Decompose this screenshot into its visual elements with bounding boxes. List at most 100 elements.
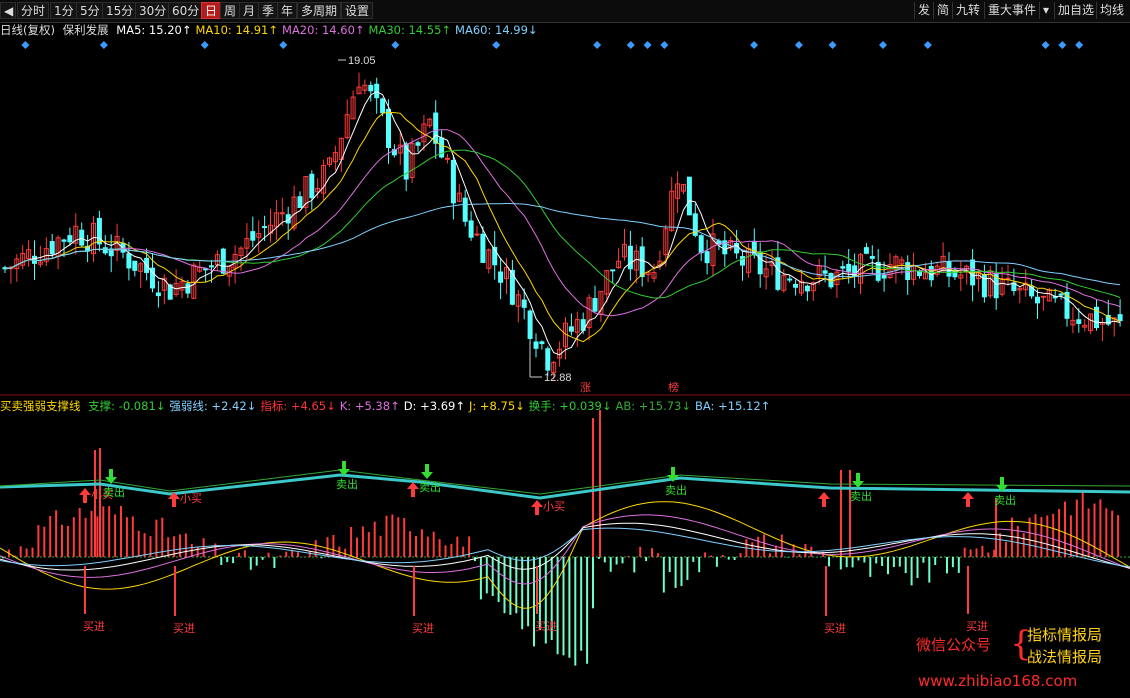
signal-diamond-icon (492, 41, 501, 49)
tag-zhang: 涨 (580, 381, 591, 394)
entry-label: 买进 (83, 620, 105, 633)
signal-diamond-icon (99, 41, 108, 49)
buy-arrow-icon (407, 482, 419, 497)
candle-body (840, 266, 846, 269)
entry-label: 买进 (966, 620, 988, 633)
sell-label: 卖出 (850, 489, 872, 503)
candle-body (309, 173, 315, 199)
signal-diamond-icon (1041, 41, 1050, 49)
signal-diamond-icon (660, 41, 669, 49)
candle-body (380, 98, 386, 114)
signal-diamond-icon (200, 41, 209, 49)
candle-body (474, 233, 480, 236)
watermark-names: 指标情报局 战法情报局 (1027, 624, 1102, 668)
candle-body (905, 262, 911, 281)
watermark-name-2: 战法情报局 (1027, 648, 1103, 666)
candle-body (279, 212, 285, 215)
signal-diamond-icon (750, 41, 759, 49)
candle-body (468, 220, 474, 238)
candle-body (262, 226, 268, 229)
candle-body (1035, 296, 1040, 304)
candle-body (102, 247, 108, 254)
candle-body (433, 112, 439, 144)
signal-diamond-icon (643, 41, 652, 49)
signal-diamond-icon (1075, 41, 1084, 49)
candle-body (1117, 314, 1123, 322)
candle-body (527, 310, 533, 339)
candle-body (533, 341, 539, 349)
candle-body (698, 235, 704, 254)
candle-body (1005, 277, 1011, 280)
candle-body (740, 256, 745, 266)
candle-body (132, 260, 138, 271)
candle-body (185, 283, 191, 294)
kline-chart[interactable]: 19.0512.88涨 榜小买 小买小买卖出卖出 卖出 卖出 卖出 卖出买进 买进 买进 买进 买进… (0, 0, 1130, 698)
candle-body (155, 292, 161, 297)
watermark-wechat: 微信公众号 (916, 636, 992, 654)
candle-body (521, 299, 527, 308)
buy-arrow-icon (79, 488, 91, 503)
candle-body (297, 196, 303, 209)
candle-body (627, 245, 633, 270)
candle-body (386, 108, 391, 149)
candle-body (1076, 319, 1082, 324)
sell-label: 卖出 (336, 477, 358, 491)
candle-body (374, 83, 380, 99)
small-buy-label: 小买 (180, 492, 202, 505)
candle-body (415, 142, 421, 146)
candle-body (209, 265, 214, 268)
sell-label: 卖出 (103, 485, 125, 499)
signal-diamond-icon (626, 41, 635, 49)
candle-body (445, 157, 450, 160)
candle-body (863, 247, 869, 254)
candle-body (639, 246, 645, 278)
buy-arrow-icon (531, 500, 543, 515)
candle-body (568, 326, 574, 332)
sell-arrow-icon (852, 473, 864, 488)
candle-body (869, 256, 875, 259)
candle-body (686, 176, 692, 216)
candle-body (462, 197, 468, 222)
high-price-label: 19.05 (348, 55, 376, 67)
signal-diamond-icon (878, 41, 887, 49)
candle-body (822, 270, 828, 274)
candle-body (126, 253, 132, 269)
candle-body (787, 278, 793, 281)
candle-body (368, 84, 374, 92)
candle-body (79, 229, 85, 246)
sell-label: 卖出 (665, 483, 687, 497)
entry-label: 买进 (412, 622, 434, 635)
signal-diamond-icon (21, 41, 30, 49)
small-buy-label: 小买 (543, 500, 565, 513)
k-line (0, 514, 1130, 585)
candle-body (545, 348, 551, 371)
buy-arrow-icon (962, 492, 974, 507)
sell-label: 卖出 (419, 480, 441, 494)
signal-diamond-icon (279, 41, 288, 49)
entry-label: 买进 (535, 620, 557, 633)
candle-body (875, 262, 881, 281)
candle-body (846, 263, 852, 272)
signal-diamond-icon (828, 41, 837, 49)
candle-body (480, 233, 486, 263)
signal-diamond-icon (923, 41, 932, 49)
candle-body (250, 231, 256, 241)
candle-body (793, 283, 799, 288)
candle-body (96, 217, 102, 245)
candle-body (1058, 293, 1064, 296)
ma10-line (4, 111, 1121, 343)
candle-body (450, 159, 456, 204)
candle-body (49, 241, 55, 255)
candle-body (881, 274, 887, 279)
sell-arrow-icon (105, 469, 117, 484)
candle-body (610, 269, 616, 272)
candle-body (67, 235, 73, 243)
signal-diamond-icon (794, 41, 803, 49)
tag-bang: 榜 (668, 380, 679, 394)
entry-label: 买进 (824, 622, 846, 635)
sell-arrow-icon (421, 464, 433, 479)
candle-body (704, 251, 710, 264)
signal-diamond-icon (1058, 41, 1067, 49)
entry-label: 买进 (173, 622, 195, 635)
sell-label: 卖出 (994, 493, 1016, 507)
